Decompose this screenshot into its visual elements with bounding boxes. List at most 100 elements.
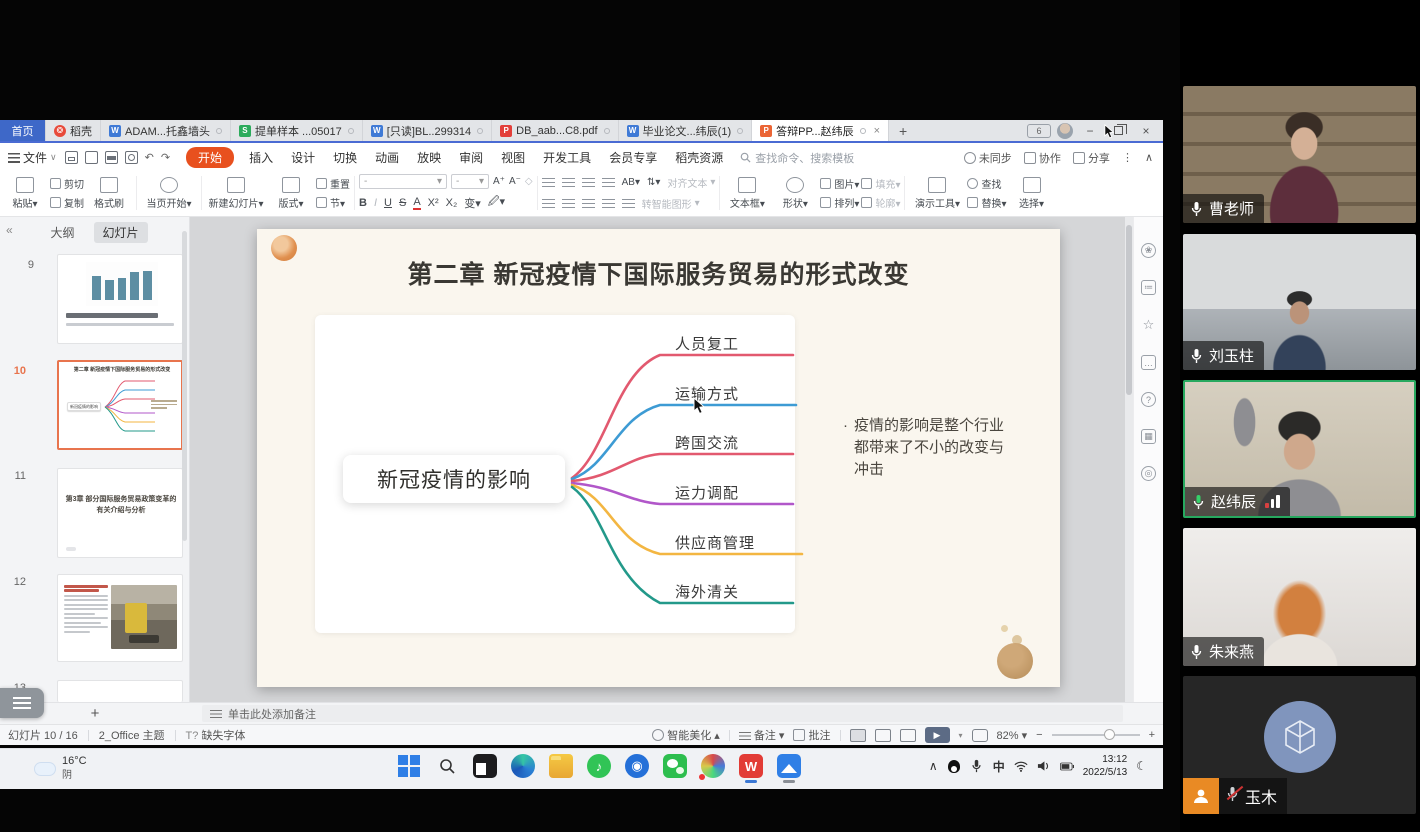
comment-toggle-button[interactable]: 批注: [793, 727, 830, 743]
zoom-in-button[interactable]: +: [1149, 729, 1155, 741]
tab-doc-3[interactable]: W[只读]BL..299314: [363, 120, 492, 141]
select-button[interactable]: 选择▾: [1009, 172, 1055, 214]
italic-button[interactable]: I: [374, 197, 377, 209]
section-button[interactable]: 节▾: [316, 195, 350, 210]
ribbon-tab-insert[interactable]: 插入: [240, 149, 282, 166]
highlight-button[interactable]: 🖉▾: [488, 193, 505, 212]
export-image-icon[interactable]: ▦: [1141, 429, 1156, 444]
canvas-vscrollbar[interactable]: [1125, 217, 1133, 702]
increase-font-button[interactable]: A⁺: [493, 176, 505, 187]
fill-button[interactable]: 填充▾: [861, 176, 900, 191]
print-preview-icon[interactable]: [125, 151, 138, 164]
tab-outline[interactable]: 大纲: [41, 222, 83, 243]
collab-button[interactable]: 协作: [1024, 150, 1061, 166]
taskbar-search-button[interactable]: [434, 754, 460, 784]
qq-tray-icon[interactable]: [947, 759, 961, 773]
missing-font-warning[interactable]: T? 缺失字体: [186, 727, 246, 743]
tab-pin-icon[interactable]: [737, 128, 743, 134]
textbox-button[interactable]: 文本框▾: [724, 172, 770, 214]
slide-thumb-9[interactable]: [57, 254, 183, 344]
mindmap-branch-label[interactable]: 运输方式: [675, 383, 739, 404]
participant-video[interactable]: 朱来燕: [1183, 528, 1416, 666]
tencent-docs-app[interactable]: [776, 754, 802, 784]
ribbon-tab-slideshow[interactable]: 放映: [408, 149, 450, 166]
ribbon-tab-view[interactable]: 视图: [492, 149, 534, 166]
sync-status[interactable]: 未同步: [964, 150, 1012, 166]
clear-format-icon[interactable]: ◇: [525, 176, 533, 187]
find-button[interactable]: 查找: [967, 176, 1006, 191]
bold-button[interactable]: B: [359, 197, 367, 209]
slide-thumb-10-selected[interactable]: 第二章 新冠疫情下国际服务贸易的形式改变 新冠疫情的影响: [57, 360, 183, 450]
minimize-button[interactable]: −: [1079, 123, 1101, 139]
present-tools-button[interactable]: 演示工具▾: [909, 172, 965, 214]
smart-beautify-button[interactable]: 智能美化 ▴: [652, 727, 720, 743]
format-painter-button[interactable]: 格式刷: [86, 172, 132, 214]
font-size-select[interactable]: -▾: [451, 174, 489, 189]
floating-meeting-toolbar-button[interactable]: [0, 688, 44, 718]
tab-doc-4[interactable]: PDB_aab...C8.pdf: [492, 120, 618, 141]
export-icon[interactable]: [85, 151, 98, 164]
properties-tool-icon[interactable]: ≔: [1141, 280, 1156, 295]
participant-avatar-tile[interactable]: 玉木: [1183, 676, 1416, 814]
font-color-button[interactable]: A: [413, 196, 420, 210]
comment-tool-icon[interactable]: …: [1141, 355, 1156, 370]
subscript-button[interactable]: X₂: [446, 197, 458, 209]
slide-bullet-text[interactable]: · 疫情的影响是整个行业都带来了不小的改变与冲击: [843, 415, 1005, 480]
tab-pin-icon[interactable]: [604, 128, 610, 134]
tab-idea-icon[interactable]: [860, 128, 866, 134]
tencent-classroom-app[interactable]: [700, 754, 726, 784]
command-search[interactable]: 查找命令、搜索模板: [740, 150, 854, 166]
arrange-button[interactable]: 排列▾: [820, 195, 859, 210]
microphone-tray-icon[interactable]: [970, 759, 984, 773]
volume-icon[interactable]: [1037, 759, 1051, 773]
tab-docer[interactable]: ❂稻壳: [46, 120, 101, 141]
align-center-icon[interactable]: [562, 199, 575, 209]
tab-doc-5[interactable]: W毕业论文...纬辰(1): [619, 120, 753, 141]
decrease-font-button[interactable]: A⁻: [509, 176, 521, 187]
notes-toggle-button[interactable]: 备注 ▾: [739, 727, 785, 743]
docer-tool-icon[interactable]: ❀: [1141, 243, 1156, 258]
cut-button[interactable]: 剪切: [50, 176, 84, 191]
superscript-button[interactable]: X²: [428, 197, 439, 209]
mindmap-branch-label[interactable]: 跨国交流: [675, 432, 739, 453]
more-menu-icon[interactable]: ⋮: [1122, 151, 1133, 164]
tab-pin-icon[interactable]: [477, 128, 483, 134]
mindmap-branch-label[interactable]: 海外清关: [675, 581, 739, 602]
settings-tool-icon[interactable]: ◎: [1141, 466, 1156, 481]
number-list-icon[interactable]: [562, 178, 575, 188]
reset-button[interactable]: 重置: [316, 176, 350, 191]
undo-icon[interactable]: ↶: [145, 151, 154, 164]
mindmap-branch-label[interactable]: 供应商管理: [675, 532, 755, 553]
slideshow-play-button[interactable]: ▶: [925, 727, 950, 743]
normal-view-button[interactable]: [850, 729, 866, 742]
mindmap-branch-label[interactable]: 人员复工: [675, 333, 739, 354]
notes-field[interactable]: 单击此处添加备注: [202, 705, 1123, 722]
participant-video[interactable]: 刘玉柱: [1183, 234, 1416, 370]
font-name-select[interactable]: -▾: [359, 174, 447, 189]
tab-pin-icon[interactable]: [348, 128, 354, 134]
to-smart-graphic-button[interactable]: 转智能图形▾: [642, 196, 700, 211]
ribbon-tab-devtools[interactable]: 开发工具: [534, 149, 600, 166]
picture-button[interactable]: 图片▾: [820, 176, 859, 191]
zoom-slider-knob[interactable]: [1104, 729, 1115, 740]
paste-button[interactable]: 粘贴▾: [2, 172, 48, 214]
ribbon-tab-member[interactable]: 会员专享: [600, 149, 666, 166]
justify-icon[interactable]: [602, 199, 615, 209]
tab-home[interactable]: 首页: [0, 120, 46, 141]
play-from-page-button[interactable]: 当页开始▾: [141, 172, 197, 214]
align-text-button[interactable]: 对齐文本▾: [667, 175, 715, 190]
align-right-icon[interactable]: [582, 199, 595, 209]
battery-icon[interactable]: [1060, 759, 1074, 773]
theme-name[interactable]: 2_Office 主题: [99, 727, 165, 743]
new-slide-button[interactable]: 新建幻灯片▾: [206, 172, 266, 214]
reading-view-button[interactable]: [900, 729, 916, 742]
align-left-icon[interactable]: [542, 199, 555, 209]
collapse-panel-icon[interactable]: «: [6, 223, 13, 237]
collapse-ribbon-icon[interactable]: ∧: [1145, 151, 1153, 164]
ribbon-tab-transition[interactable]: 切换: [324, 149, 366, 166]
underline-button[interactable]: U: [384, 197, 392, 209]
ribbon-tab-animation[interactable]: 动画: [366, 149, 408, 166]
play-dropdown-icon[interactable]: ▾: [959, 731, 963, 740]
bullet-list-icon[interactable]: [542, 178, 555, 188]
indent-increase-icon[interactable]: [602, 178, 615, 188]
